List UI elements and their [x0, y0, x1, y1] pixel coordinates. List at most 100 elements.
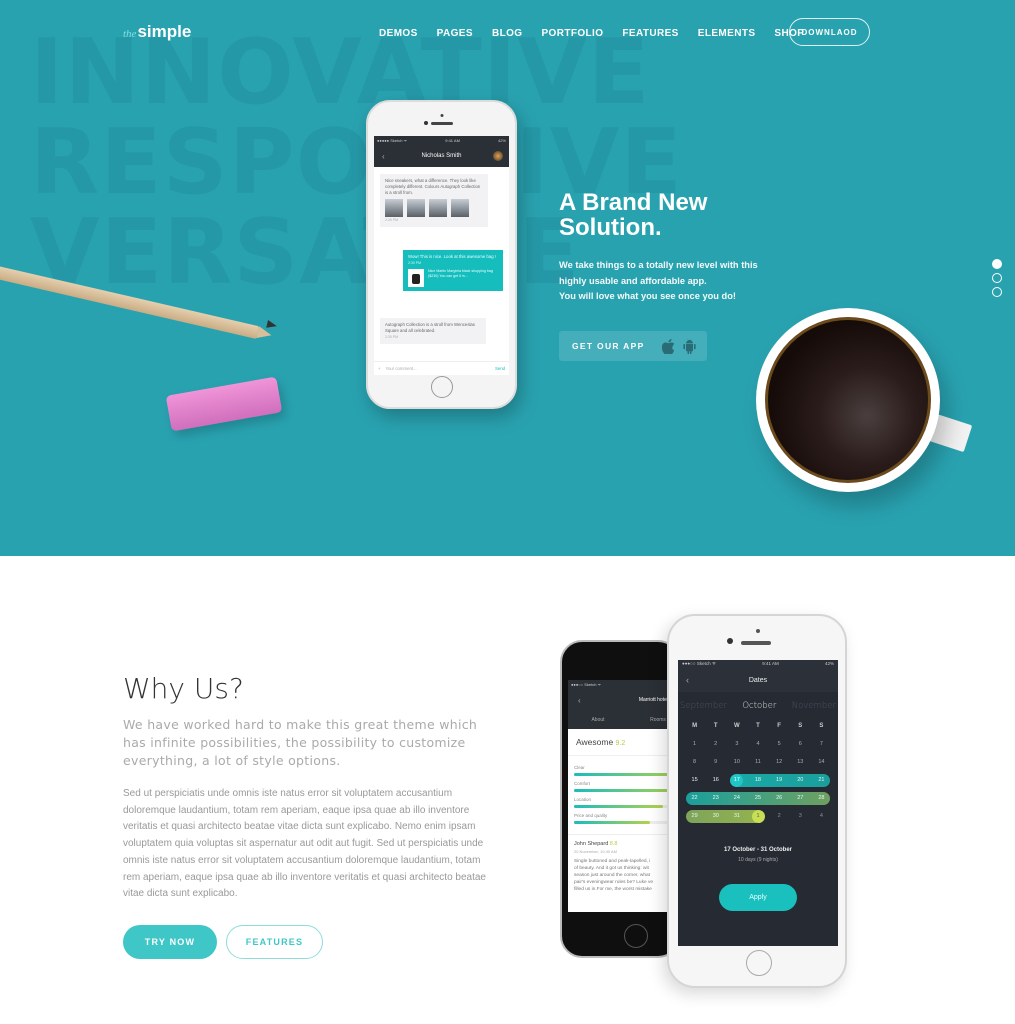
calendar-day: 20: [797, 777, 804, 783]
message-time: 2:30 PM: [385, 218, 399, 222]
phone-camera: [756, 629, 760, 633]
calendar-day: 24: [733, 795, 740, 801]
criterion-bar-fill: [574, 789, 682, 792]
message-attachments: [385, 199, 483, 217]
slider-dot[interactable]: [992, 273, 1002, 283]
calendar-day: 16: [712, 777, 719, 783]
message-time: 2:30 PM: [385, 335, 399, 339]
calendar-day: 30: [712, 813, 719, 819]
calendar-day: 3: [798, 813, 802, 819]
hero-subtitle-line: You will love what you see once you do!: [559, 291, 737, 301]
chat-phone-mockup: ●●●●● Sketch ᯤ 9:41 AM 42% ‹ Nicholas Sm…: [366, 100, 517, 409]
chat-message: Autograph Collection is a stroll from We…: [380, 318, 486, 344]
calendar-day: 14: [818, 759, 825, 765]
hotel-phone-mockup: ●●●○○ Sketch ᯤ 9:41 AM ‹ Marriott hotel …: [560, 640, 688, 958]
calendar-day: 9: [714, 759, 718, 765]
nav-pages[interactable]: PAGES: [437, 28, 473, 39]
hero-subtitle-line: We take things to a totally new level wi…: [559, 260, 758, 270]
status-carrier: ●●●○○ Sketch ᯤ: [571, 682, 602, 687]
main-nav: DEMOS PAGES BLOG PORTFOLIO FEATURES ELEM…: [379, 28, 823, 39]
slider-dot[interactable]: [992, 287, 1002, 297]
phone-speaker: [430, 122, 453, 125]
criterion-bar-fill: [574, 805, 663, 808]
features-button[interactable]: FEATURES: [226, 925, 323, 959]
home-button: [746, 950, 772, 976]
why-us-body: Sed ut perspiciatis unde omnis iste natu…: [123, 788, 486, 900]
review-line: of beauty. And it got us thinking: wit: [574, 866, 649, 871]
download-button[interactable]: DOWNLAOD: [789, 18, 870, 46]
nav-blog[interactable]: BLOG: [492, 28, 523, 39]
dates-title: Dates: [748, 676, 768, 684]
phone-speaker: [741, 641, 771, 645]
get-app-button[interactable]: GET OUR APP: [559, 331, 707, 361]
hotel-title: Marriott hotel: [638, 697, 668, 703]
photo-thumbnail: [407, 199, 425, 217]
calendar-day: 6: [798, 741, 802, 747]
status-carrier: ●●●○○ Sketch ᯤ: [682, 661, 716, 666]
weekday-label: W: [734, 723, 740, 729]
logo-prefix: the: [123, 28, 137, 40]
criterion-bar-fill: [574, 773, 682, 776]
why-us-lead: We have worked hard to make this great t…: [123, 717, 478, 768]
coffee: [765, 317, 931, 483]
criterion-label: Price and quality: [574, 813, 608, 818]
photo-thumbnail: [385, 199, 403, 217]
calendar-day: 25: [754, 795, 762, 801]
product-text: Nice Martin Margiela black shopping bag …: [428, 269, 493, 278]
calendar-week: 22 23 24 25 26 27 28: [684, 789, 832, 807]
back-icon: ‹: [578, 695, 581, 705]
review-line: filled us in.For me, the worst mistake: [574, 887, 652, 892]
calendar-day: 2: [777, 813, 781, 819]
android-icon: [682, 338, 696, 354]
weekday-label: F: [777, 723, 781, 729]
nav-features[interactable]: FEATURES: [622, 28, 678, 39]
status-battery: 42%: [497, 138, 506, 143]
coffee-cup-image: [756, 308, 940, 492]
nav-demos[interactable]: DEMOS: [379, 28, 418, 39]
get-app-label: GET OUR APP: [572, 341, 645, 351]
calendar-day: 10: [733, 759, 740, 765]
calendar-day: 2: [714, 741, 718, 747]
calendar-grid: M T W T F S S 1 2 3 4 5 6 7 8 9 10 11 12 13 14 15 16 17 18 19 20 21…: [678, 717, 838, 825]
criterion-label: Comfort: [574, 781, 591, 786]
range-start-day: 17: [730, 773, 744, 787]
calendar-week: 1 2 3 4 5 6 7: [684, 735, 832, 753]
nav-portfolio[interactable]: PORTFOLIO: [541, 28, 603, 39]
calendar-day: 18: [754, 777, 761, 783]
slider-pagination: [992, 259, 1002, 297]
status-bar: ●●●○○ Sketch ᯤ 9:41 AM 42%: [678, 660, 838, 668]
rating-label: Awesome: [576, 737, 614, 747]
chat-header: ‹ Nicholas Smith: [374, 145, 509, 167]
calendar-day: 1: [693, 741, 697, 747]
apply-button: Apply: [719, 884, 797, 911]
calendar-week: 15 16 17 18 19 20 21: [684, 771, 832, 789]
back-icon: ‹: [686, 675, 689, 685]
try-now-button[interactable]: TRY NOW: [123, 925, 217, 959]
hero-subtitle: We take things to a totally new level wi…: [559, 258, 758, 305]
review-score: 8.8: [609, 841, 618, 847]
calendar-day: 4: [819, 813, 823, 819]
criterion-label: Clear: [574, 765, 585, 770]
slider-dot-active[interactable]: [992, 259, 1002, 269]
nights-count: 10 days (9 nights): [738, 857, 778, 863]
calendar-day: 12: [776, 759, 783, 765]
nav-elements[interactable]: ELEMENTS: [698, 28, 756, 39]
send-button: Send: [494, 366, 505, 371]
calendar-day: 31: [733, 813, 740, 819]
weekday-label: S: [819, 723, 824, 729]
status-bar: ●●●●● Sketch ᯤ 9:41 AM 42%: [374, 136, 509, 145]
status-battery: 42%: [824, 661, 834, 666]
logo[interactable]: thesimple: [123, 22, 191, 42]
range-end-day: 1: [751, 809, 765, 823]
dates-screen: ●●●○○ Sketch ᯤ 9:41 AM 42% ‹ Dates Septe…: [678, 660, 838, 946]
status-time: 9:41 AM: [762, 661, 779, 666]
weekday-label: M: [692, 723, 698, 729]
calendar-day: 27: [797, 795, 804, 801]
home-button: [430, 376, 453, 398]
review-line: season just around the corner, what: [574, 873, 650, 878]
criterion-label: Location: [574, 797, 592, 802]
calendar-day: 4: [756, 741, 760, 747]
comment-input: Your comment...: [385, 366, 417, 371]
status-time: 9:41 AM: [445, 138, 460, 143]
calendar-day: 7: [819, 741, 823, 747]
